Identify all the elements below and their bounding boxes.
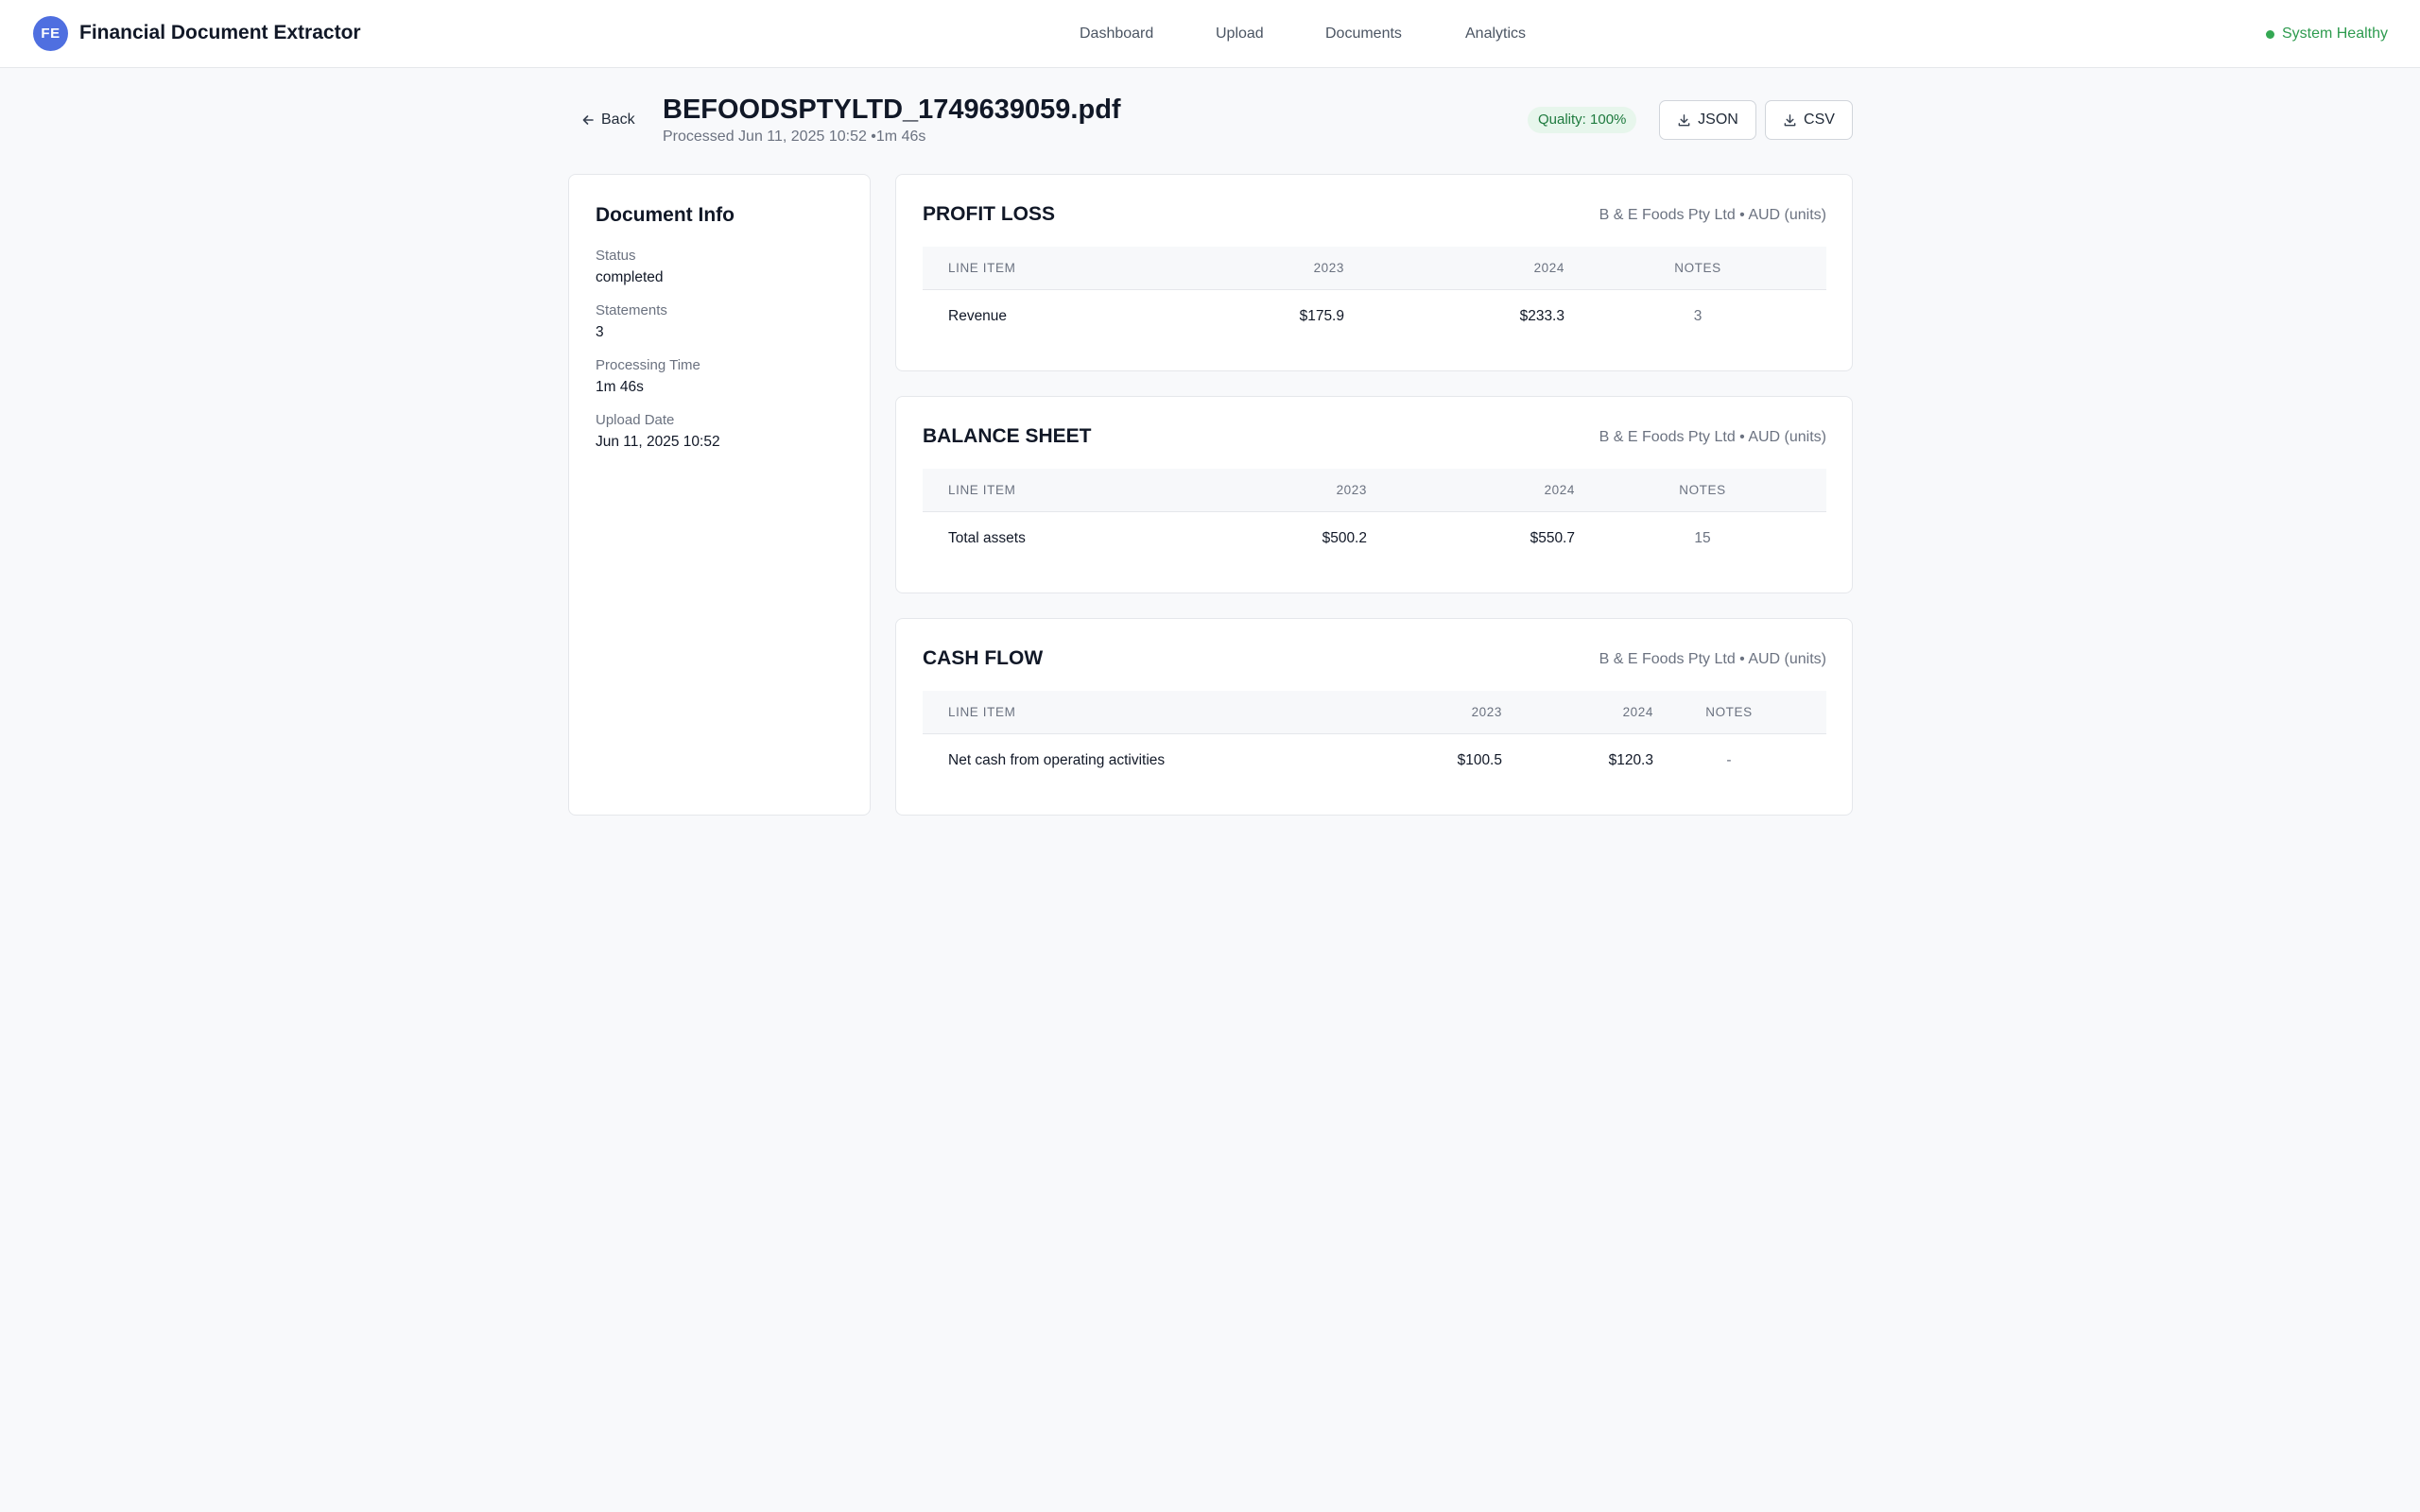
statement-card-cash-flow: CASH FLOW B & E Foods Pty Ltd • AUD (uni…	[895, 618, 1853, 816]
column-header-notes: NOTES	[1679, 483, 1726, 497]
statement-meta: B & E Foods Pty Ltd • AUD (units)	[1599, 651, 1826, 667]
page-title: BEFOODSPTYLTD_1749639059.pdf	[663, 94, 1121, 125]
statement-meta: B & E Foods Pty Ltd • AUD (units)	[1599, 429, 1826, 445]
statements-value: 3	[596, 324, 604, 340]
nav-documents[interactable]: Documents	[1325, 23, 1402, 45]
top-navigation-bar: FE Financial Document Extractor Dashboar…	[0, 0, 2420, 68]
upload-date-value: Jun 11, 2025 10:52	[596, 434, 720, 450]
table-header: LINE ITEM 2023 2024 NOTES	[923, 469, 1826, 512]
status-label: Status	[596, 248, 636, 264]
arrow-left-icon	[582, 115, 594, 125]
quality-badge: Quality: 100%	[1528, 107, 1637, 133]
table-row: Revenue $175.9 $233.3 3	[923, 290, 1826, 343]
column-header-2023: 2023	[1313, 261, 1344, 275]
document-info-title: Document Info	[596, 204, 735, 226]
download-csv-button[interactable]: CSV	[1765, 100, 1853, 140]
value-2024-cell: $233.3	[1519, 308, 1564, 324]
table-header: LINE ITEM 2023 2024 NOTES	[923, 247, 1826, 290]
back-label: Back	[601, 112, 635, 128]
processing-time-label: Processing Time	[596, 357, 700, 373]
nav-analytics[interactable]: Analytics	[1465, 23, 1526, 45]
statements-label: Statements	[596, 302, 667, 318]
column-header-2024: 2024	[1622, 705, 1653, 719]
line-item-cell: Total assets	[948, 530, 1026, 546]
processed-subtitle: Processed Jun 11, 2025 10:52 •1m 46s	[663, 129, 926, 145]
document-info-card: Document Info Status completed Statement…	[568, 174, 871, 816]
processing-time-value: 1m 46s	[596, 379, 644, 395]
statement-meta: B & E Foods Pty Ltd • AUD (units)	[1599, 207, 1826, 223]
download-icon	[1784, 113, 1796, 126]
table-row: Total assets $500.2 $550.7 15	[923, 512, 1826, 565]
notes-cell: 3	[1693, 308, 1703, 324]
nav-dashboard[interactable]: Dashboard	[1080, 23, 1153, 45]
notes-cell: -	[1726, 752, 1732, 768]
value-2023-cell: $175.9	[1299, 308, 1344, 324]
upload-date-label: Upload Date	[596, 412, 675, 428]
statement-title: PROFIT LOSS	[923, 203, 1056, 225]
column-header-line-item: LINE ITEM	[948, 483, 1016, 497]
column-header-2023: 2023	[1471, 705, 1502, 719]
column-header-notes: NOTES	[1674, 261, 1721, 275]
status-value: completed	[596, 269, 664, 285]
value-2024-cell: $120.3	[1608, 752, 1653, 768]
app-logo[interactable]: FE	[33, 16, 68, 51]
column-header-2024: 2024	[1544, 483, 1575, 497]
value-2024-cell: $550.7	[1530, 530, 1575, 546]
app-title[interactable]: Financial Document Extractor	[79, 21, 361, 45]
column-header-2024: 2024	[1533, 261, 1564, 275]
system-status-label: System Healthy	[2281, 26, 2388, 42]
download-json-button[interactable]: JSON	[1659, 100, 1756, 140]
value-2023-cell: $500.2	[1322, 530, 1367, 546]
status-dot-icon	[2265, 29, 2274, 39]
line-item-cell: Revenue	[948, 308, 1008, 324]
statement-title: CASH FLOW	[923, 647, 1044, 669]
statement-card-profit-loss: PROFIT LOSS B & E Foods Pty Ltd • AUD (u…	[895, 174, 1853, 371]
table-row: Net cash from operating activities $100.…	[923, 734, 1826, 787]
system-status: System Healthy	[2265, 23, 2388, 45]
table-header: LINE ITEM 2023 2024 NOTES	[923, 691, 1826, 734]
download-json-label: JSON	[1698, 112, 1738, 128]
notes-cell: 15	[1694, 530, 1711, 546]
column-header-notes: NOTES	[1705, 705, 1753, 719]
statement-card-balance-sheet: BALANCE SHEET B & E Foods Pty Ltd • AUD …	[895, 396, 1853, 593]
nav-upload[interactable]: Upload	[1216, 23, 1264, 45]
download-csv-label: CSV	[1804, 112, 1835, 128]
column-header-line-item: LINE ITEM	[948, 261, 1016, 275]
value-2023-cell: $100.5	[1457, 752, 1502, 768]
column-header-2023: 2023	[1336, 483, 1367, 497]
statement-title: BALANCE SHEET	[923, 425, 1092, 447]
column-header-line-item: LINE ITEM	[948, 705, 1016, 719]
back-button[interactable]: Back	[580, 110, 635, 130]
line-item-cell: Net cash from operating activities	[948, 752, 1166, 768]
download-icon	[1678, 113, 1690, 126]
